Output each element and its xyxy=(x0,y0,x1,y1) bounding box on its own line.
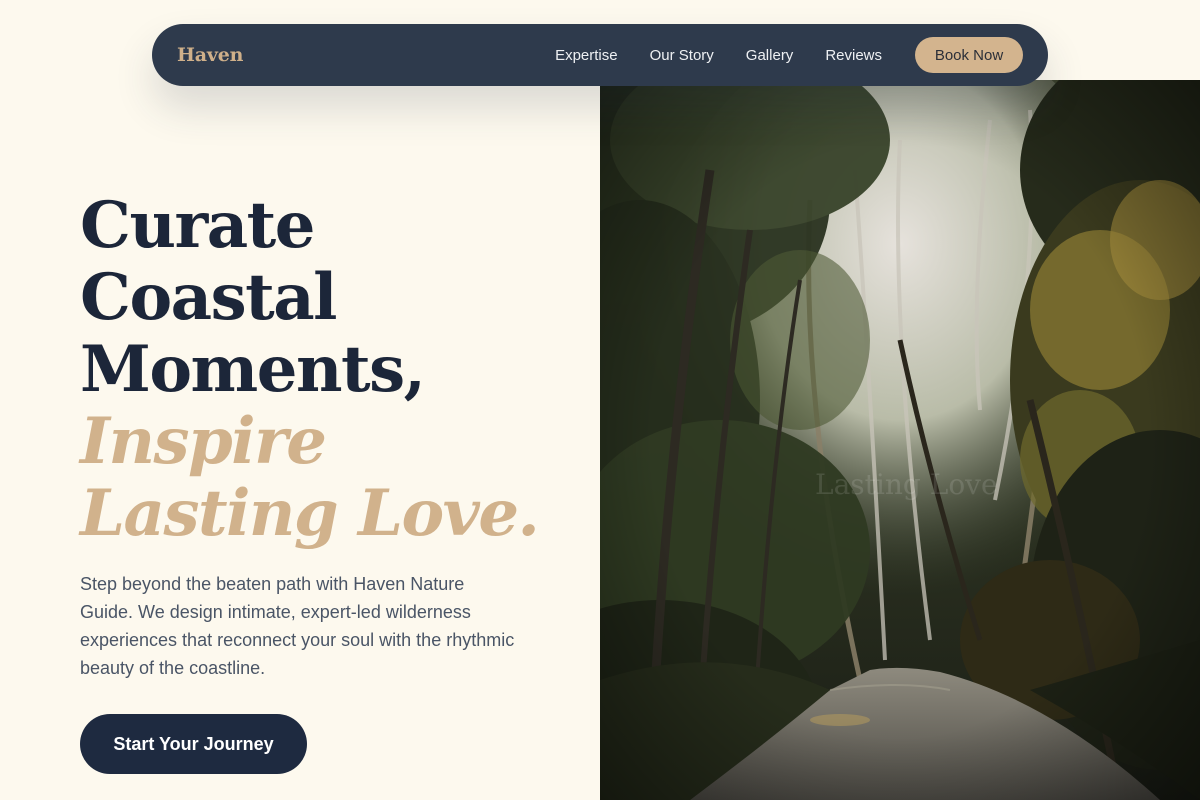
forest-path-illustration xyxy=(600,80,1200,800)
hero-description: Step beyond the beaten path with Haven N… xyxy=(80,574,515,678)
hero-headline: Curate Coastal Moments, Inspire Lasting … xyxy=(80,188,540,551)
book-now-button[interactable]: Book Now xyxy=(915,37,1023,73)
landing-page: Haven Expertise Our Story Gallery Review… xyxy=(0,0,1200,800)
brand-logo[interactable]: Haven xyxy=(177,44,243,66)
hero-forest-image: Lasting Love xyxy=(600,80,1200,800)
nav-link-expertise[interactable]: Expertise xyxy=(555,47,618,64)
headline-accent-line: Lasting Love. xyxy=(80,476,540,551)
headline-line: Curate xyxy=(80,188,315,263)
nav-links: Expertise Our Story Gallery Reviews Book… xyxy=(555,37,1023,73)
headline-accent-line: Inspire xyxy=(80,404,327,479)
image-watermark-text: Lasting Love xyxy=(815,468,998,501)
nav-link-our-story[interactable]: Our Story xyxy=(650,47,714,64)
nav-link-reviews[interactable]: Reviews xyxy=(825,47,882,64)
nav-link-gallery[interactable]: Gallery xyxy=(746,47,794,64)
headline-line: Coastal xyxy=(80,260,337,335)
start-journey-button[interactable]: Start Your Journey xyxy=(80,714,307,774)
top-navigation: Haven Expertise Our Story Gallery Review… xyxy=(152,24,1048,86)
headline-line: Moments, xyxy=(80,332,426,407)
